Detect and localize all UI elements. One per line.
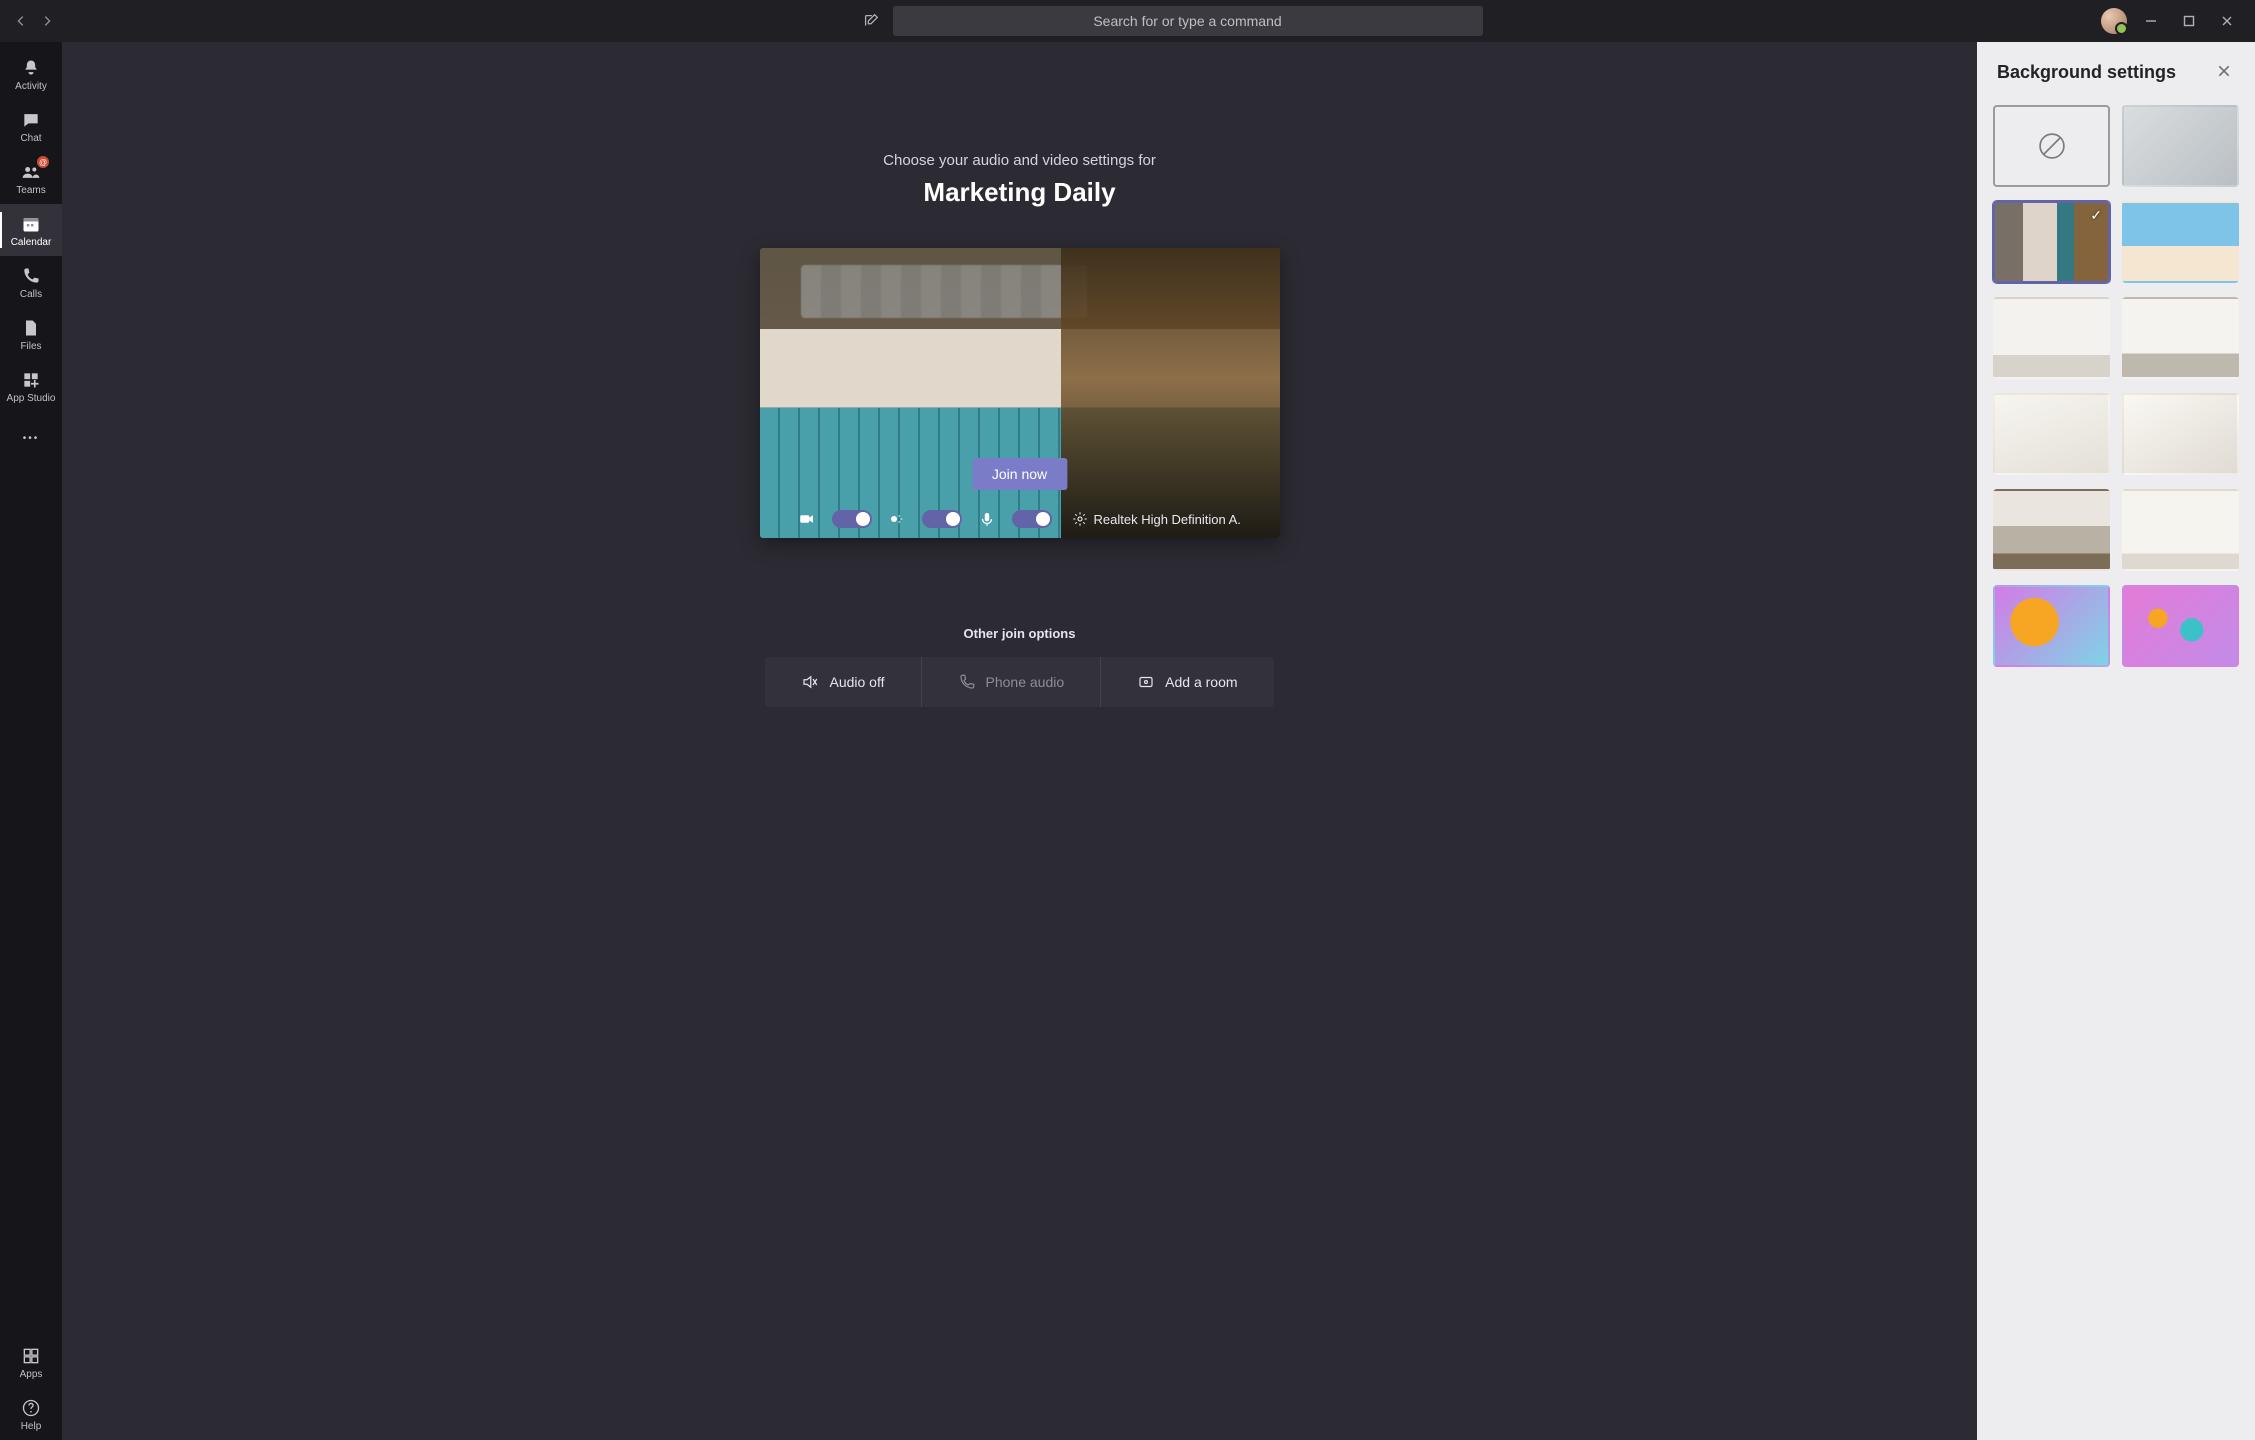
help-icon bbox=[20, 1397, 42, 1419]
bg-thumb-none[interactable] bbox=[1993, 105, 2110, 187]
gear-icon bbox=[1072, 511, 1088, 527]
prejoin-prompt: Choose your audio and video settings for bbox=[883, 152, 1156, 169]
phone-icon bbox=[958, 673, 976, 691]
bg-thumb-lockers[interactable]: ✓ bbox=[1993, 201, 2110, 283]
bg-thumb-beach[interactable] bbox=[2122, 201, 2239, 283]
sidebar-item-label: App Studio bbox=[7, 393, 56, 404]
video-icon bbox=[798, 510, 816, 528]
sidebar-item-label: Teams bbox=[16, 185, 45, 196]
sidebar-item-apps[interactable]: Apps bbox=[0, 1336, 62, 1388]
sidebar-item-calendar[interactable]: Calendar bbox=[0, 204, 62, 256]
title-bar: Search for or type a command bbox=[0, 0, 2255, 42]
prejoin-stage: Choose your audio and video settings for… bbox=[62, 42, 1977, 1440]
meeting-title: Marketing Daily bbox=[923, 177, 1115, 208]
sidebar-item-label: Apps bbox=[20, 1369, 43, 1380]
audio-off-option[interactable]: Audio off bbox=[765, 657, 921, 707]
option-label: Audio off bbox=[829, 674, 884, 690]
sidebar-item-label: Help bbox=[21, 1421, 42, 1432]
speaker-off-icon bbox=[801, 673, 819, 691]
video-preview: Join now Realtek High Def bbox=[760, 248, 1280, 538]
window-minimize[interactable] bbox=[2137, 7, 2165, 35]
bg-thumb-balloons2[interactable] bbox=[2122, 585, 2239, 667]
join-now-button[interactable]: Join now bbox=[972, 458, 1067, 490]
preview-controls: Realtek High Definition A... bbox=[760, 510, 1280, 528]
bg-thumb-room5[interactable] bbox=[2122, 489, 2239, 571]
close-panel-button[interactable] bbox=[2217, 64, 2235, 82]
sidebar-item-label: Files bbox=[20, 341, 41, 352]
bg-thumb-room2[interactable] bbox=[2122, 297, 2239, 379]
blur-icon bbox=[888, 510, 906, 528]
device-selector[interactable]: Realtek High Definition A... bbox=[1072, 511, 1242, 527]
add-room-option[interactable]: Add a room bbox=[1101, 657, 1273, 707]
other-options-label: Other join options bbox=[964, 626, 1076, 641]
sidebar-item-teams[interactable]: Teams @ bbox=[0, 152, 62, 204]
search-input[interactable]: Search for or type a command bbox=[893, 6, 1483, 36]
sidebar-item-label: Calls bbox=[20, 289, 42, 300]
phone-icon bbox=[20, 265, 42, 287]
chat-icon bbox=[20, 109, 42, 131]
user-avatar[interactable] bbox=[2101, 8, 2127, 34]
search-placeholder: Search for or type a command bbox=[1093, 13, 1281, 29]
window-close[interactable] bbox=[2213, 7, 2241, 35]
bg-thumb-blur[interactable] bbox=[2122, 105, 2239, 187]
other-join-options: Audio off Phone audio Add a room bbox=[765, 657, 1273, 707]
mention-badge: @ bbox=[36, 155, 50, 169]
bg-thumb-loft[interactable] bbox=[1993, 489, 2110, 571]
sidebar-item-label: Activity bbox=[15, 81, 47, 92]
file-icon bbox=[20, 317, 42, 339]
apps-icon bbox=[20, 1345, 42, 1367]
calendar-icon bbox=[20, 213, 42, 235]
option-label: Phone audio bbox=[986, 674, 1065, 690]
sidebar-item-chat[interactable]: Chat bbox=[0, 100, 62, 152]
sidebar-item-calls[interactable]: Calls bbox=[0, 256, 62, 308]
window-maximize[interactable] bbox=[2175, 7, 2203, 35]
bg-thumb-balloons1[interactable] bbox=[1993, 585, 2110, 667]
phone-audio-option[interactable]: Phone audio bbox=[922, 657, 1102, 707]
sidebar-item-help[interactable]: Help bbox=[0, 1388, 62, 1440]
check-icon: ✓ bbox=[2090, 207, 2102, 224]
sidebar-item-files[interactable]: Files bbox=[0, 308, 62, 360]
appstudio-icon bbox=[20, 369, 42, 391]
room-icon bbox=[1137, 673, 1155, 691]
back-button[interactable] bbox=[12, 12, 30, 30]
compose-icon[interactable] bbox=[861, 11, 881, 31]
video-toggle[interactable] bbox=[832, 510, 872, 528]
mic-toggle[interactable] bbox=[1012, 510, 1052, 528]
bg-thumb-room4[interactable] bbox=[2122, 393, 2239, 475]
device-label: Realtek High Definition A... bbox=[1094, 512, 1242, 527]
sidebar-item-label: Calendar bbox=[11, 237, 52, 248]
blur-toggle[interactable] bbox=[922, 510, 962, 528]
bg-thumb-room1[interactable] bbox=[1993, 297, 2110, 379]
mic-icon bbox=[978, 510, 996, 528]
background-grid: ✓ bbox=[1977, 95, 2255, 677]
bg-thumb-room3[interactable] bbox=[1993, 393, 2110, 475]
sidebar-item-appstudio[interactable]: App Studio bbox=[0, 360, 62, 412]
panel-title: Background settings bbox=[1997, 62, 2176, 83]
app-rail: Activity Chat Teams @ Calendar Calls bbox=[0, 42, 62, 1440]
option-label: Add a room bbox=[1165, 674, 1237, 690]
forward-button[interactable] bbox=[38, 12, 56, 30]
more-icon: ••• bbox=[20, 427, 42, 449]
sidebar-item-label: Chat bbox=[20, 133, 41, 144]
bell-icon bbox=[20, 57, 42, 79]
sidebar-overflow[interactable]: ••• bbox=[0, 412, 62, 464]
sidebar-item-activity[interactable]: Activity bbox=[0, 48, 62, 100]
background-settings-panel: Background settings ✓ bbox=[1977, 42, 2255, 1440]
